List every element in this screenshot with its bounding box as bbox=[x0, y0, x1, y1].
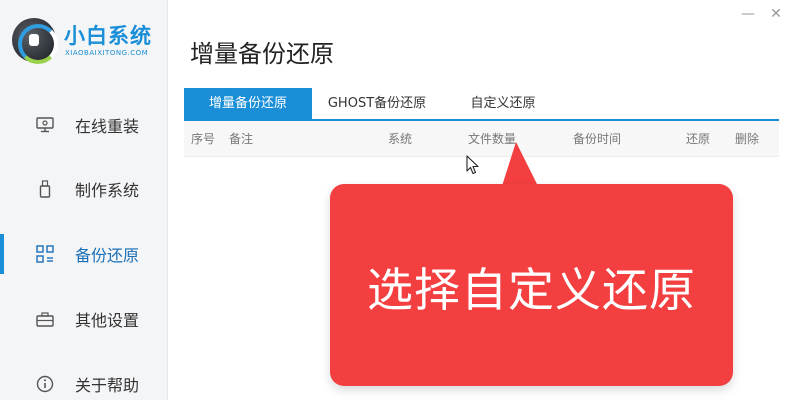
logo-subtitle: XIAOBAIXITONG.COM bbox=[65, 49, 149, 57]
sidebar-item-about-help[interactable]: 关于帮助 bbox=[0, 362, 168, 400]
column-header-delete: 删除 bbox=[735, 132, 760, 146]
sidebar-item-label: 在线重装 bbox=[75, 117, 140, 136]
grid-icon bbox=[36, 245, 54, 263]
sidebar-item-online-reinstall[interactable]: 在线重装 bbox=[0, 103, 168, 147]
sidebar-item-label: 备份还原 bbox=[75, 246, 140, 265]
sidebar-item-make-system[interactable]: 制作系统 bbox=[0, 167, 168, 211]
monitor-icon bbox=[36, 116, 54, 134]
tab-custom-restore[interactable]: 自定义还原 bbox=[452, 88, 554, 119]
callout-text: 选择自定义还原 bbox=[367, 263, 696, 317]
usb-icon bbox=[36, 180, 54, 198]
sidebar-item-label: 制作系统 bbox=[75, 181, 140, 200]
sidebar-item-other-settings[interactable]: 其他设置 bbox=[0, 297, 168, 341]
column-header-note: 备注 bbox=[229, 132, 254, 146]
logo-title: 小白系统 bbox=[64, 24, 152, 48]
app-logo: 小白系统 XIAOBAIXITONG.COM bbox=[12, 16, 162, 66]
minimize-button[interactable]: — bbox=[738, 4, 758, 24]
briefcase-icon bbox=[36, 310, 54, 328]
tab-ghost-backup[interactable]: GHOST备份还原 bbox=[312, 88, 442, 119]
tab-bar: 增量备份还原 GHOST备份还原 自定义还原 bbox=[184, 88, 779, 121]
sidebar-item-label: 关于帮助 bbox=[75, 376, 140, 395]
mouse-cursor-icon bbox=[466, 155, 479, 175]
callout-pointer bbox=[502, 142, 538, 186]
sidebar-item-label: 其他设置 bbox=[75, 311, 140, 330]
logo-icon bbox=[12, 18, 58, 64]
sidebar: 小白系统 XIAOBAIXITONG.COM 在线重装 制作系统 备份还原 其他… bbox=[0, 0, 168, 400]
callout-annotation: 选择自定义还原 bbox=[330, 184, 733, 386]
column-header-backup-time: 备份时间 bbox=[573, 132, 622, 146]
column-header-index: 序号 bbox=[191, 132, 216, 146]
column-header-system: 系统 bbox=[388, 132, 413, 146]
close-button[interactable]: ✕ bbox=[766, 4, 786, 24]
info-icon bbox=[36, 375, 54, 393]
table-header: 序号 备注 系统 文件数量 备份时间 还原 删除 bbox=[184, 121, 779, 157]
sidebar-item-backup-restore[interactable]: 备份还原 bbox=[0, 232, 168, 276]
page-title: 增量备份还原 bbox=[190, 40, 334, 68]
tab-incremental-backup[interactable]: 增量备份还原 bbox=[184, 88, 312, 119]
column-header-restore: 还原 bbox=[686, 132, 711, 146]
